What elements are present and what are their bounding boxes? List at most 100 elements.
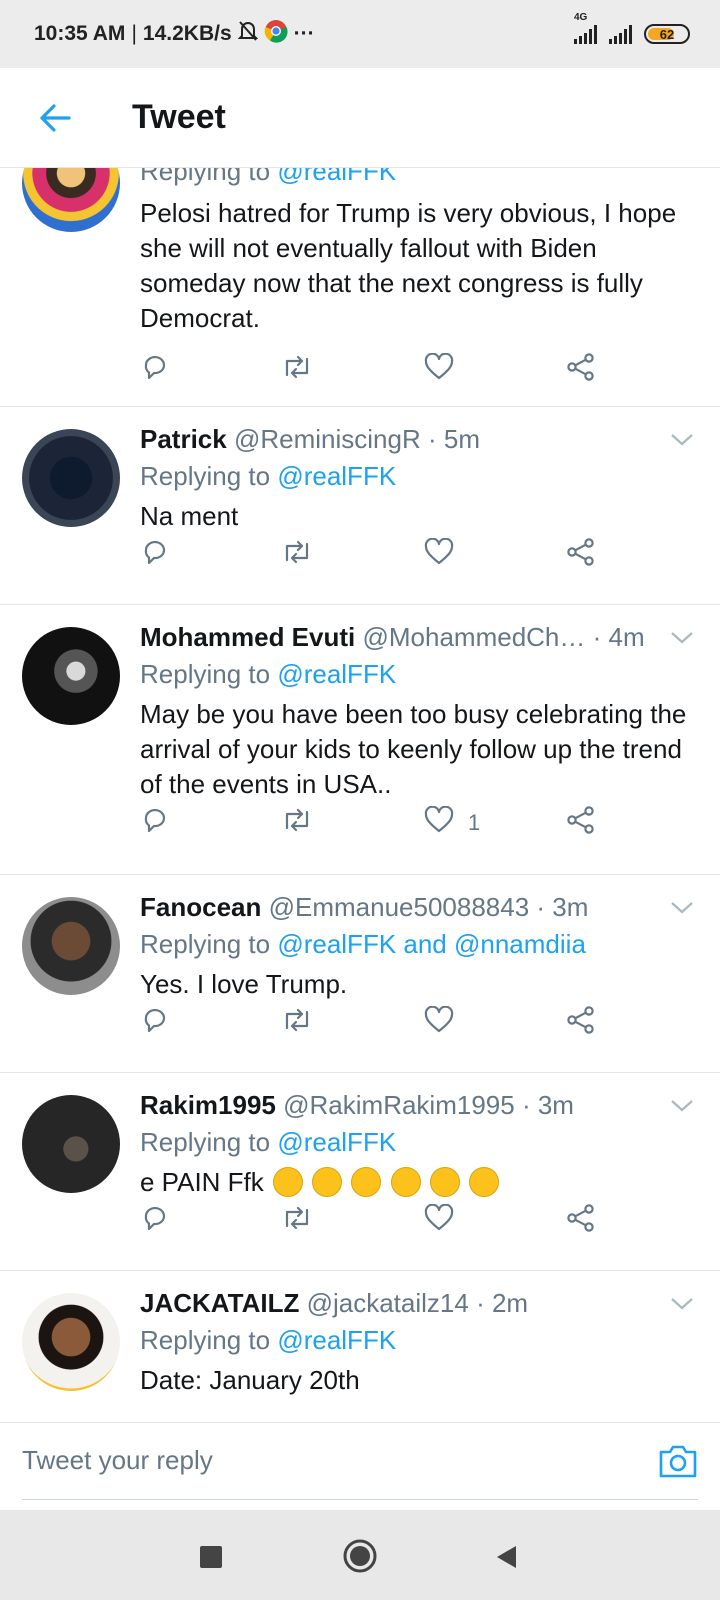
retweet-button[interactable] bbox=[280, 806, 314, 840]
tweet-meta: JACKATAILZ @jackatailz14 · 2m bbox=[140, 1285, 700, 1321]
avatar[interactable] bbox=[22, 627, 120, 725]
mention-link[interactable]: @realFFK bbox=[277, 461, 396, 491]
share-button[interactable] bbox=[566, 1203, 596, 1239]
input-underline bbox=[22, 1499, 698, 1500]
tweet-item[interactable]: Rakim1995 @RakimRakim1995 · 3m Replying … bbox=[0, 1073, 720, 1271]
retweet-icon bbox=[280, 353, 314, 387]
user-name[interactable]: Rakim1995 bbox=[140, 1090, 276, 1120]
user-handle[interactable]: @jackatailz14 bbox=[307, 1288, 469, 1318]
mention-link[interactable]: @realFFK and @nnamdiia bbox=[277, 929, 586, 959]
back-arrow-icon bbox=[40, 103, 71, 132]
reply-button[interactable] bbox=[140, 1005, 170, 1041]
tweet-item[interactable]: Fanocean @Emmanue50088843 · 3m Replying … bbox=[0, 875, 720, 1073]
tweet-meta: Rakim1995 @RakimRakim1995 · 3m bbox=[140, 1087, 700, 1123]
smiling-emoji-icon bbox=[390, 1167, 421, 1198]
mention-link[interactable]: @realFFK bbox=[277, 1127, 396, 1157]
like-button[interactable]: 1 bbox=[424, 805, 480, 840]
tweet-text: e PAIN Ffk bbox=[140, 1167, 264, 1197]
share-icon bbox=[566, 537, 596, 573]
reply-button[interactable] bbox=[140, 805, 170, 841]
reply-button[interactable] bbox=[140, 1203, 170, 1239]
tweet-feed[interactable]: Replying to @realFFK Pelosi hatred for T… bbox=[0, 168, 720, 1422]
chevron-down-icon[interactable] bbox=[670, 1099, 694, 1113]
chevron-down-icon[interactable] bbox=[670, 433, 694, 447]
mention-link[interactable]: @realFFK bbox=[277, 168, 396, 186]
tweet-text: Yes. I love Trump. bbox=[140, 969, 348, 999]
replying-to: Replying to @realFFK bbox=[140, 659, 397, 689]
share-button[interactable] bbox=[566, 1005, 596, 1041]
retweet-icon bbox=[280, 1006, 314, 1040]
user-handle[interactable]: @MohammedCh… bbox=[362, 622, 585, 652]
user-name[interactable]: Patrick bbox=[140, 424, 227, 454]
crying-emoji-icon bbox=[312, 1167, 343, 1198]
user-name[interactable]: JACKATAILZ bbox=[140, 1288, 299, 1318]
like-button[interactable] bbox=[424, 1203, 468, 1238]
app-header: Tweet bbox=[0, 68, 720, 168]
reply-icon bbox=[140, 805, 170, 841]
share-icon bbox=[566, 352, 596, 388]
user-handle[interactable]: @RakimRakim1995 bbox=[283, 1090, 515, 1120]
tweet-time: · 2m bbox=[476, 1288, 529, 1318]
tweet-item[interactable]: Replying to @realFFK Pelosi hatred for T… bbox=[0, 168, 720, 407]
back-nav-button[interactable] bbox=[494, 1544, 518, 1570]
tweet-text: May be you have been too busy celebratin… bbox=[140, 699, 687, 799]
share-button[interactable] bbox=[566, 352, 596, 388]
tweet-reply-input[interactable]: Tweet your reply bbox=[22, 1445, 660, 1476]
mention-link[interactable]: @realFFK bbox=[277, 659, 396, 689]
retweet-button[interactable] bbox=[280, 1006, 314, 1040]
retweet-button[interactable] bbox=[280, 353, 314, 387]
share-button[interactable] bbox=[566, 537, 596, 573]
cell-signal-icon: 4G bbox=[574, 12, 597, 44]
tweet-time: · 3m bbox=[521, 1090, 574, 1120]
user-name[interactable]: Mohammed Evuti bbox=[140, 622, 355, 652]
back-button[interactable] bbox=[0, 68, 110, 168]
tweet-meta: Patrick @ReminiscingR · 5m bbox=[140, 421, 700, 457]
avatar[interactable] bbox=[22, 1095, 120, 1193]
status-time: 10:35 AM bbox=[34, 22, 126, 45]
avatar[interactable] bbox=[22, 168, 120, 232]
chevron-down-icon[interactable] bbox=[670, 901, 694, 915]
reply-bar: Tweet your reply bbox=[0, 1422, 720, 1510]
like-button[interactable] bbox=[424, 352, 468, 387]
heart-icon bbox=[424, 352, 454, 387]
camera-icon[interactable] bbox=[658, 1443, 698, 1479]
chevron-down-icon[interactable] bbox=[670, 1297, 694, 1311]
avatar[interactable] bbox=[22, 897, 120, 995]
share-icon bbox=[566, 805, 596, 841]
user-handle[interactable]: @Emmanue50088843 bbox=[269, 892, 530, 922]
replying-to: Replying to @realFFK bbox=[140, 1127, 397, 1157]
smiling-emoji-icon bbox=[429, 1167, 460, 1198]
recents-button[interactable] bbox=[200, 1546, 222, 1568]
retweet-button[interactable] bbox=[280, 1204, 314, 1238]
tweet-time: · 3m bbox=[536, 892, 589, 922]
cell-signal-2-icon bbox=[609, 24, 632, 44]
battery-level: 62 bbox=[659, 26, 675, 42]
reply-button[interactable] bbox=[140, 537, 170, 573]
replying-to: Replying to @realFFK bbox=[140, 461, 397, 491]
mention-link[interactable]: @realFFK bbox=[277, 1325, 396, 1355]
heart-icon bbox=[424, 1203, 454, 1238]
retweet-icon bbox=[280, 1204, 314, 1238]
reply-button[interactable] bbox=[140, 352, 170, 388]
retweet-icon bbox=[280, 806, 314, 840]
chevron-down-icon[interactable] bbox=[670, 631, 694, 645]
home-button[interactable] bbox=[342, 1538, 378, 1574]
avatar[interactable] bbox=[22, 1293, 120, 1391]
share-button[interactable] bbox=[566, 805, 596, 841]
tweet-time: · 5m bbox=[427, 424, 480, 454]
retweet-icon bbox=[280, 538, 314, 572]
tweet-item[interactable]: JACKATAILZ @jackatailz14 · 2m Replying t… bbox=[0, 1271, 720, 1422]
heart-icon bbox=[424, 537, 454, 572]
user-name[interactable]: Fanocean bbox=[140, 892, 261, 922]
status-right: 4G 62 bbox=[574, 12, 690, 44]
like-button[interactable] bbox=[424, 1005, 468, 1040]
tweet-item[interactable]: Patrick @ReminiscingR · 5m Replying to @… bbox=[0, 407, 720, 605]
retweet-button[interactable] bbox=[280, 538, 314, 572]
user-handle[interactable]: @ReminiscingR bbox=[234, 424, 421, 454]
like-button[interactable] bbox=[424, 537, 468, 572]
status-bar: 10:35 AM | 14.2KB/s ··· 4G 62 bbox=[0, 0, 720, 68]
tweet-item[interactable]: Mohammed Evuti @MohammedCh… · 4m Replyin… bbox=[0, 605, 720, 875]
avatar[interactable] bbox=[22, 429, 120, 527]
smiling-emoji-icon bbox=[469, 1167, 500, 1198]
battery-icon: 62 bbox=[644, 24, 690, 44]
